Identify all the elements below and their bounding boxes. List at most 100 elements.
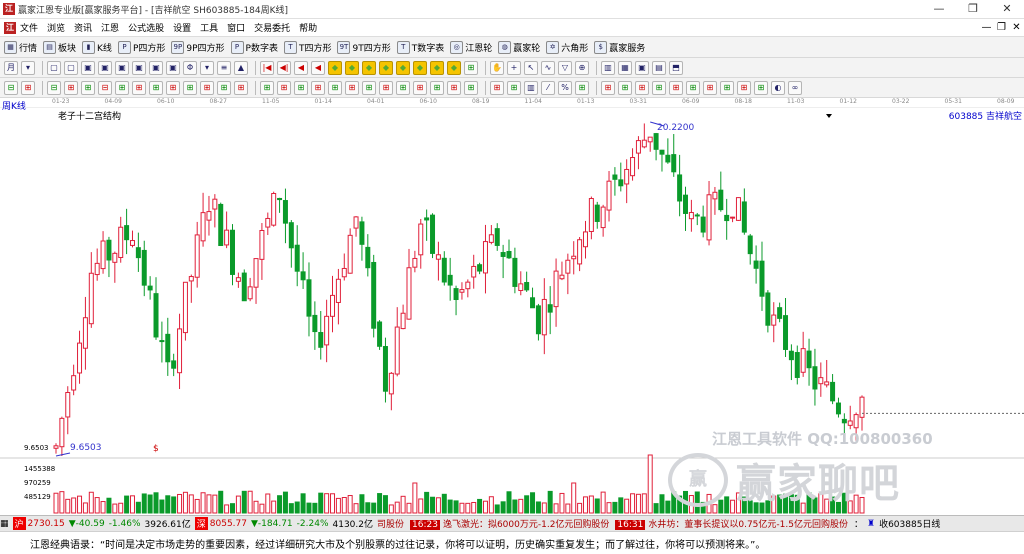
draw-tool-icon-34[interactable]: ▦ (618, 60, 632, 75)
toolbar-button-0[interactable]: ▦ 行情 (4, 40, 37, 54)
indicator-icon-41[interactable]: ⊞ (737, 80, 751, 95)
menu-info[interactable]: 资讯 (74, 21, 92, 34)
draw-tool-icon-1[interactable]: ▾ (21, 60, 35, 75)
toolbar-button-11[interactable]: ✡ 六角形 (546, 40, 588, 54)
menu-formula-select[interactable]: 公式选股 (128, 21, 164, 34)
indicator-icon-12[interactable]: ⊞ (217, 80, 231, 95)
indicator-icon-10[interactable]: ⊞ (183, 80, 197, 95)
indicator-icon-43[interactable]: ◐ (771, 80, 785, 95)
draw-tool-icon-28[interactable]: + (507, 60, 521, 75)
restore-button[interactable]: ❐ (956, 0, 990, 19)
draw-tool-icon-11[interactable]: ▾ (200, 60, 214, 75)
indicator-icon-24[interactable]: ⊞ (430, 80, 444, 95)
draw-tool-icon-6[interactable]: ▣ (115, 60, 129, 75)
indicator-icon-27[interactable]: ⊞ (490, 80, 504, 95)
indicator-icon-25[interactable]: ⊞ (447, 80, 461, 95)
draw-tool-icon-8[interactable]: ▣ (149, 60, 163, 75)
indicator-icon-7[interactable]: ⊞ (132, 80, 146, 95)
menu-browse[interactable]: 浏览 (47, 21, 65, 34)
indicator-icon-37[interactable]: ⊞ (669, 80, 683, 95)
indicator-icon-4[interactable]: ⊞ (81, 80, 95, 95)
indicator-icon-40[interactable]: ⊞ (720, 80, 734, 95)
toolbar-button-9[interactable]: ◎ 江恩轮 (450, 40, 492, 54)
draw-tool-icon-12[interactable]: ≡ (217, 60, 231, 75)
indicator-icon-28[interactable]: ⊞ (507, 80, 521, 95)
toolbar-button-5[interactable]: P P数字表 (230, 40, 278, 54)
indicator-icon-34[interactable]: ⊞ (618, 80, 632, 95)
indicator-icon-19[interactable]: ⊞ (345, 80, 359, 95)
draw-tool-icon-4[interactable]: ▣ (81, 60, 95, 75)
indicator-icon-36[interactable]: ⊞ (652, 80, 666, 95)
indicator-icon-38[interactable]: ⊞ (686, 80, 700, 95)
indicator-icon-9[interactable]: ⊞ (166, 80, 180, 95)
indicator-icon-33[interactable]: ⊞ (601, 80, 615, 95)
indicator-icon-3[interactable]: ⊞ (64, 80, 78, 95)
draw-tool-icon-2[interactable]: ▢ (47, 60, 61, 75)
indicator-icon-30[interactable]: ⁄ (541, 80, 555, 95)
indicator-icon-13[interactable]: ⊞ (234, 80, 248, 95)
draw-tool-icon-18[interactable]: ◆ (328, 60, 342, 75)
indicator-icon-26[interactable]: ⊞ (464, 80, 478, 95)
menu-trade[interactable]: 交易委托 (254, 21, 290, 34)
draw-tool-icon-29[interactable]: ↖ (524, 60, 538, 75)
indicator-icon-16[interactable]: ⊞ (294, 80, 308, 95)
indicator-icon-1[interactable]: ⊞ (21, 80, 35, 95)
draw-tool-icon-19[interactable]: ◆ (345, 60, 359, 75)
draw-tool-icon-13[interactable]: ▲ (234, 60, 248, 75)
draw-tool-icon-7[interactable]: ▣ (132, 60, 146, 75)
draw-tool-icon-0[interactable]: 月 (4, 60, 18, 75)
toolbar-button-3[interactable]: P P四方形 (117, 40, 165, 54)
menu-file[interactable]: 文件 (20, 21, 38, 34)
indicator-icon-15[interactable]: ⊞ (277, 80, 291, 95)
menu-tools[interactable]: 工具 (200, 21, 218, 34)
draw-tool-icon-26[interactable]: ⊞ (464, 60, 478, 75)
indicator-icon-31[interactable]: % (558, 80, 572, 95)
indicator-icon-8[interactable]: ⊞ (149, 80, 163, 95)
indicator-icon-20[interactable]: ⊞ (362, 80, 376, 95)
draw-tool-icon-33[interactable]: ▥ (601, 60, 615, 75)
indicator-icon-2[interactable]: ⊟ (47, 80, 61, 95)
mdi-restore-button[interactable]: ❐ (994, 19, 1009, 37)
draw-tool-icon-31[interactable]: ▽ (558, 60, 572, 75)
draw-tool-icon-17[interactable]: ◀ (311, 60, 325, 75)
indicator-icon-42[interactable]: ⊞ (754, 80, 768, 95)
menu-gann[interactable]: 江恩 (101, 21, 119, 34)
draw-tool-icon-37[interactable]: ⬒ (669, 60, 683, 75)
menu-app-icon[interactable]: 江 (4, 21, 16, 34)
draw-tool-icon-22[interactable]: ◆ (396, 60, 410, 75)
indicator-icon-23[interactable]: ⊞ (413, 80, 427, 95)
indicator-icon-5[interactable]: ⊟ (98, 80, 112, 95)
toolbar-button-4[interactable]: 9P 9P四方形 (171, 40, 225, 54)
news-ticker-3[interactable]: 16:31 水井坊：董事长提议以0.75亿元-1.5亿元回购股份 (615, 517, 848, 530)
toolbar-button-6[interactable]: T T四方形 (283, 40, 331, 54)
draw-tool-icon-3[interactable]: ▢ (64, 60, 78, 75)
indicator-icon-44[interactable]: ∞ (788, 80, 802, 95)
close-button[interactable]: ✕ (990, 0, 1024, 19)
draw-tool-icon-30[interactable]: ∿ (541, 60, 555, 75)
minimize-button[interactable]: — (922, 0, 956, 19)
news-ticker-1[interactable]: 司股份 (377, 517, 404, 530)
news-ticker-2[interactable]: 16:23 逸飞激光：拟6000万元-1.2亿元回购股份 (410, 517, 609, 530)
indicator-icon-18[interactable]: ⊞ (328, 80, 342, 95)
indicator-icon-39[interactable]: ⊞ (703, 80, 717, 95)
mdi-minimize-button[interactable]: — (979, 19, 994, 37)
mdi-close-button[interactable]: ✕ (1009, 19, 1024, 37)
indicator-icon-17[interactable]: ⊞ (311, 80, 325, 95)
draw-tool-icon-27[interactable]: ✋ (490, 60, 504, 75)
toolbar-button-10[interactable]: ◍ 赢家轮 (498, 40, 540, 54)
draw-tool-icon-10[interactable]: Φ (183, 60, 197, 75)
menu-settings[interactable]: 设置 (173, 21, 191, 34)
draw-tool-icon-36[interactable]: ▤ (652, 60, 666, 75)
draw-tool-icon-35[interactable]: ▣ (635, 60, 649, 75)
draw-tool-icon-9[interactable]: ▣ (166, 60, 180, 75)
toolbar-button-1[interactable]: ▤ 板块 (43, 40, 76, 54)
draw-tool-icon-21[interactable]: ◆ (379, 60, 393, 75)
alert-icon[interactable]: ♜ (867, 519, 875, 529)
toolbar-button-7[interactable]: 9T 9T四方形 (337, 40, 391, 54)
menu-window[interactable]: 窗口 (227, 21, 245, 34)
indicator-icon-35[interactable]: ⊞ (635, 80, 649, 95)
grid-icon[interactable]: ▦ (0, 519, 9, 529)
toolbar-button-12[interactable]: $ 赢家服务 (594, 40, 645, 54)
draw-tool-icon-32[interactable]: ⊕ (575, 60, 589, 75)
draw-tool-icon-5[interactable]: ▣ (98, 60, 112, 75)
